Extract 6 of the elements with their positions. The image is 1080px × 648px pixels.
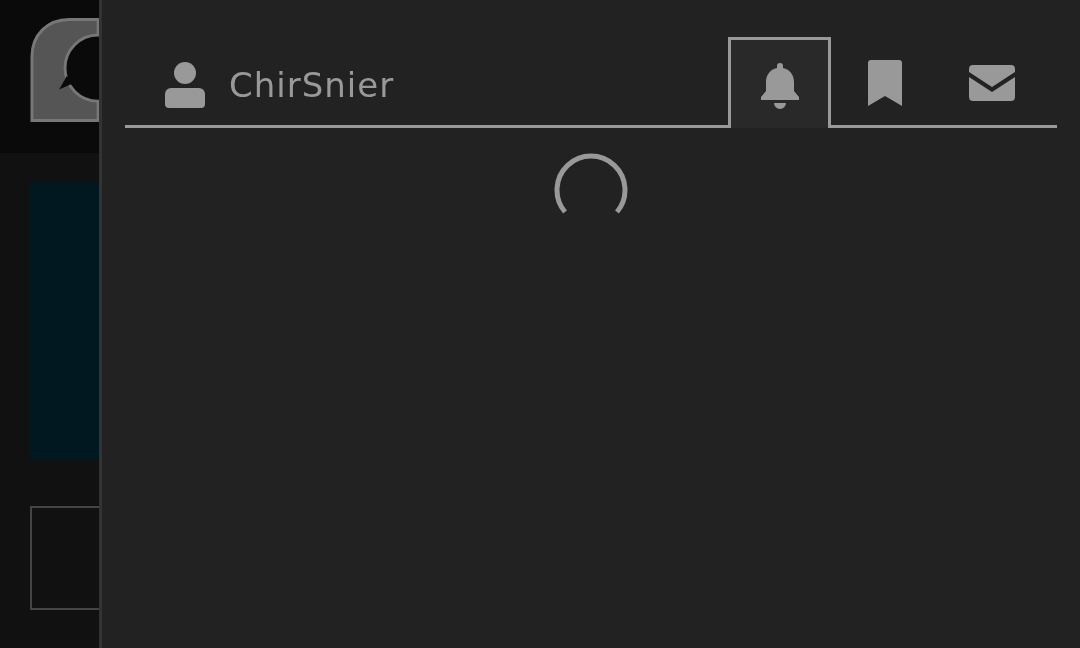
tab[interactable]	[728, 37, 831, 128]
user-icon	[165, 62, 205, 108]
bell-icon	[759, 63, 800, 109]
envelope-icon	[968, 65, 1015, 101]
user-name[interactable]: ChirSnier	[229, 65, 395, 105]
bookmark-icon	[867, 60, 902, 106]
